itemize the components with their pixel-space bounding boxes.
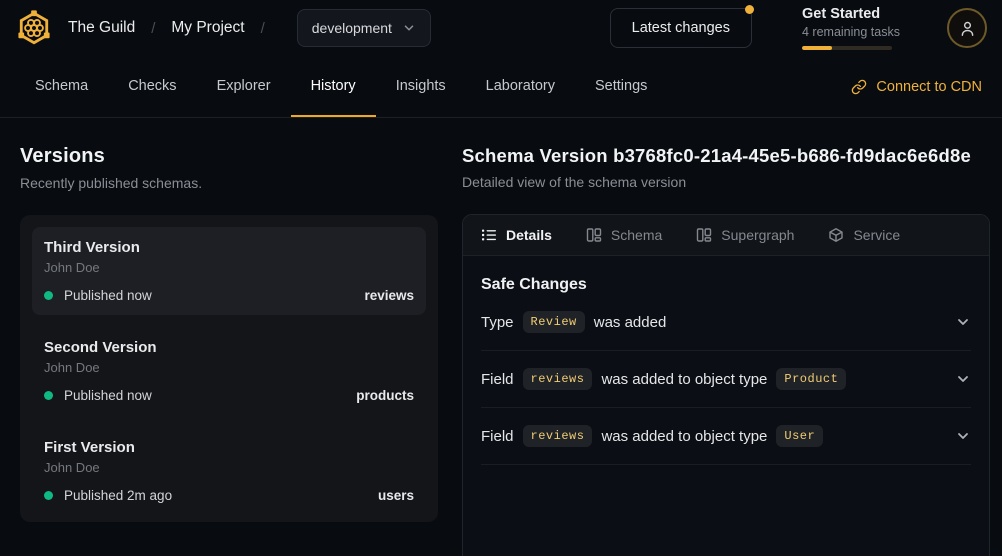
environment-selector[interactable]: development (297, 9, 431, 47)
latest-changes-label: Latest changes (632, 20, 730, 36)
version-published-time: Published 2m ago (64, 488, 172, 503)
change-row-type-review[interactable]: Type Review was added (481, 294, 971, 351)
changes-section: Safe Changes Type Review was added Field (463, 256, 989, 465)
version-author: John Doe (44, 360, 414, 375)
environment-selector-value: development (312, 20, 392, 36)
content-area: Versions Recently published schemas. Thi… (0, 118, 1002, 556)
version-author: John Doe (44, 460, 414, 475)
version-service-name: products (356, 388, 414, 403)
detail-tab-label: Details (506, 227, 552, 243)
safe-changes-heading: Safe Changes (481, 276, 971, 294)
change-prefix: Type (481, 314, 514, 331)
guild-logo-icon[interactable] (15, 9, 53, 47)
version-title: Third Version (44, 239, 414, 256)
tab-insights[interactable]: Insights (376, 56, 466, 117)
tab-laboratory[interactable]: Laboratory (466, 56, 575, 117)
version-detail-subtitle: Detailed view of the schema version (462, 174, 990, 190)
get-started-title: Get Started (802, 6, 892, 22)
version-published-time: Published now (64, 388, 152, 403)
detail-tab-supergraph[interactable]: Supergraph (696, 227, 794, 243)
version-detail-card: Details Schema (462, 214, 990, 556)
target-nav-tabs: Schema Checks Explorer History Insights … (0, 56, 1002, 118)
version-published-time: Published now (64, 288, 152, 303)
get-started-progress-fill (802, 46, 832, 50)
connect-to-cdn-button[interactable]: Connect to CDN (851, 56, 982, 117)
breadcrumb-project[interactable]: My Project (171, 19, 244, 37)
cube-icon (828, 227, 844, 243)
versions-list: Third Version John Doe Published now rev… (20, 215, 438, 522)
expand-chevron-icon[interactable] (955, 428, 971, 444)
change-badge: Review (523, 311, 585, 333)
change-middle: was added (594, 314, 667, 331)
version-detail-panel: Schema Version b3768fc0-21a4-45e5-b686-f… (462, 145, 990, 556)
change-badge: Product (776, 368, 846, 390)
change-badge: reviews (523, 425, 593, 447)
version-title: Second Version (44, 339, 414, 356)
version-list-item-second[interactable]: Second Version John Doe Published now pr… (32, 327, 426, 415)
version-list-item-first[interactable]: First Version John Doe Published 2m ago … (32, 427, 426, 515)
columns-icon (696, 227, 712, 243)
connect-to-cdn-label: Connect to CDN (876, 79, 982, 95)
version-list-item-third[interactable]: Third Version John Doe Published now rev… (32, 227, 426, 315)
breadcrumb-separator: / (261, 20, 265, 37)
published-status-dot (44, 291, 53, 300)
tab-schema[interactable]: Schema (15, 56, 108, 117)
published-status-dot (44, 491, 53, 500)
notification-dot (745, 5, 754, 14)
expand-chevron-icon[interactable] (955, 371, 971, 387)
link-icon (851, 79, 867, 95)
detail-tab-label: Service (853, 227, 900, 243)
change-middle: was added to object type (601, 371, 767, 388)
expand-chevron-icon[interactable] (955, 314, 971, 330)
detail-tab-label: Supergraph (721, 227, 794, 243)
change-middle: was added to object type (601, 428, 767, 445)
get-started-subtitle: 4 remaining tasks (802, 25, 892, 39)
top-bar: The Guild / My Project / development Lat… (0, 0, 1002, 56)
change-row-field-user[interactable]: Field reviews was added to object type U… (481, 408, 971, 465)
list-icon (481, 227, 497, 243)
version-service-name: reviews (364, 288, 414, 303)
version-service-name: users (378, 488, 414, 503)
user-icon (958, 19, 977, 38)
versions-subtitle: Recently published schemas. (20, 175, 438, 191)
chevron-down-icon (402, 21, 416, 35)
breadcrumb: The Guild / My Project / (68, 19, 281, 37)
change-prefix: Field (481, 428, 514, 445)
version-author: John Doe (44, 260, 414, 275)
version-title: First Version (44, 439, 414, 456)
tab-explorer[interactable]: Explorer (197, 56, 291, 117)
published-status-dot (44, 391, 53, 400)
change-row-field-product[interactable]: Field reviews was added to object type P… (481, 351, 971, 408)
detail-tab-bar: Details Schema (463, 215, 989, 256)
detail-tab-service[interactable]: Service (828, 227, 900, 243)
latest-changes-button[interactable]: Latest changes (610, 8, 752, 48)
version-detail-title: Schema Version b3768fc0-21a4-45e5-b686-f… (462, 145, 990, 167)
tab-settings[interactable]: Settings (575, 56, 667, 117)
detail-tab-label: Schema (611, 227, 662, 243)
columns-icon (586, 227, 602, 243)
detail-tab-details[interactable]: Details (481, 227, 552, 243)
get-started-widget[interactable]: Get Started 4 remaining tasks (802, 6, 892, 50)
versions-panel: Versions Recently published schemas. Thi… (20, 145, 438, 522)
breadcrumb-separator: / (151, 20, 155, 37)
change-badge: User (776, 425, 823, 447)
tab-history[interactable]: History (291, 56, 376, 117)
change-badge: reviews (523, 368, 593, 390)
detail-tab-schema[interactable]: Schema (586, 227, 662, 243)
versions-title: Versions (20, 145, 438, 168)
user-avatar[interactable] (947, 8, 987, 48)
change-prefix: Field (481, 371, 514, 388)
get-started-progress-track (802, 46, 892, 50)
tab-checks[interactable]: Checks (108, 56, 196, 117)
breadcrumb-org[interactable]: The Guild (68, 19, 135, 37)
